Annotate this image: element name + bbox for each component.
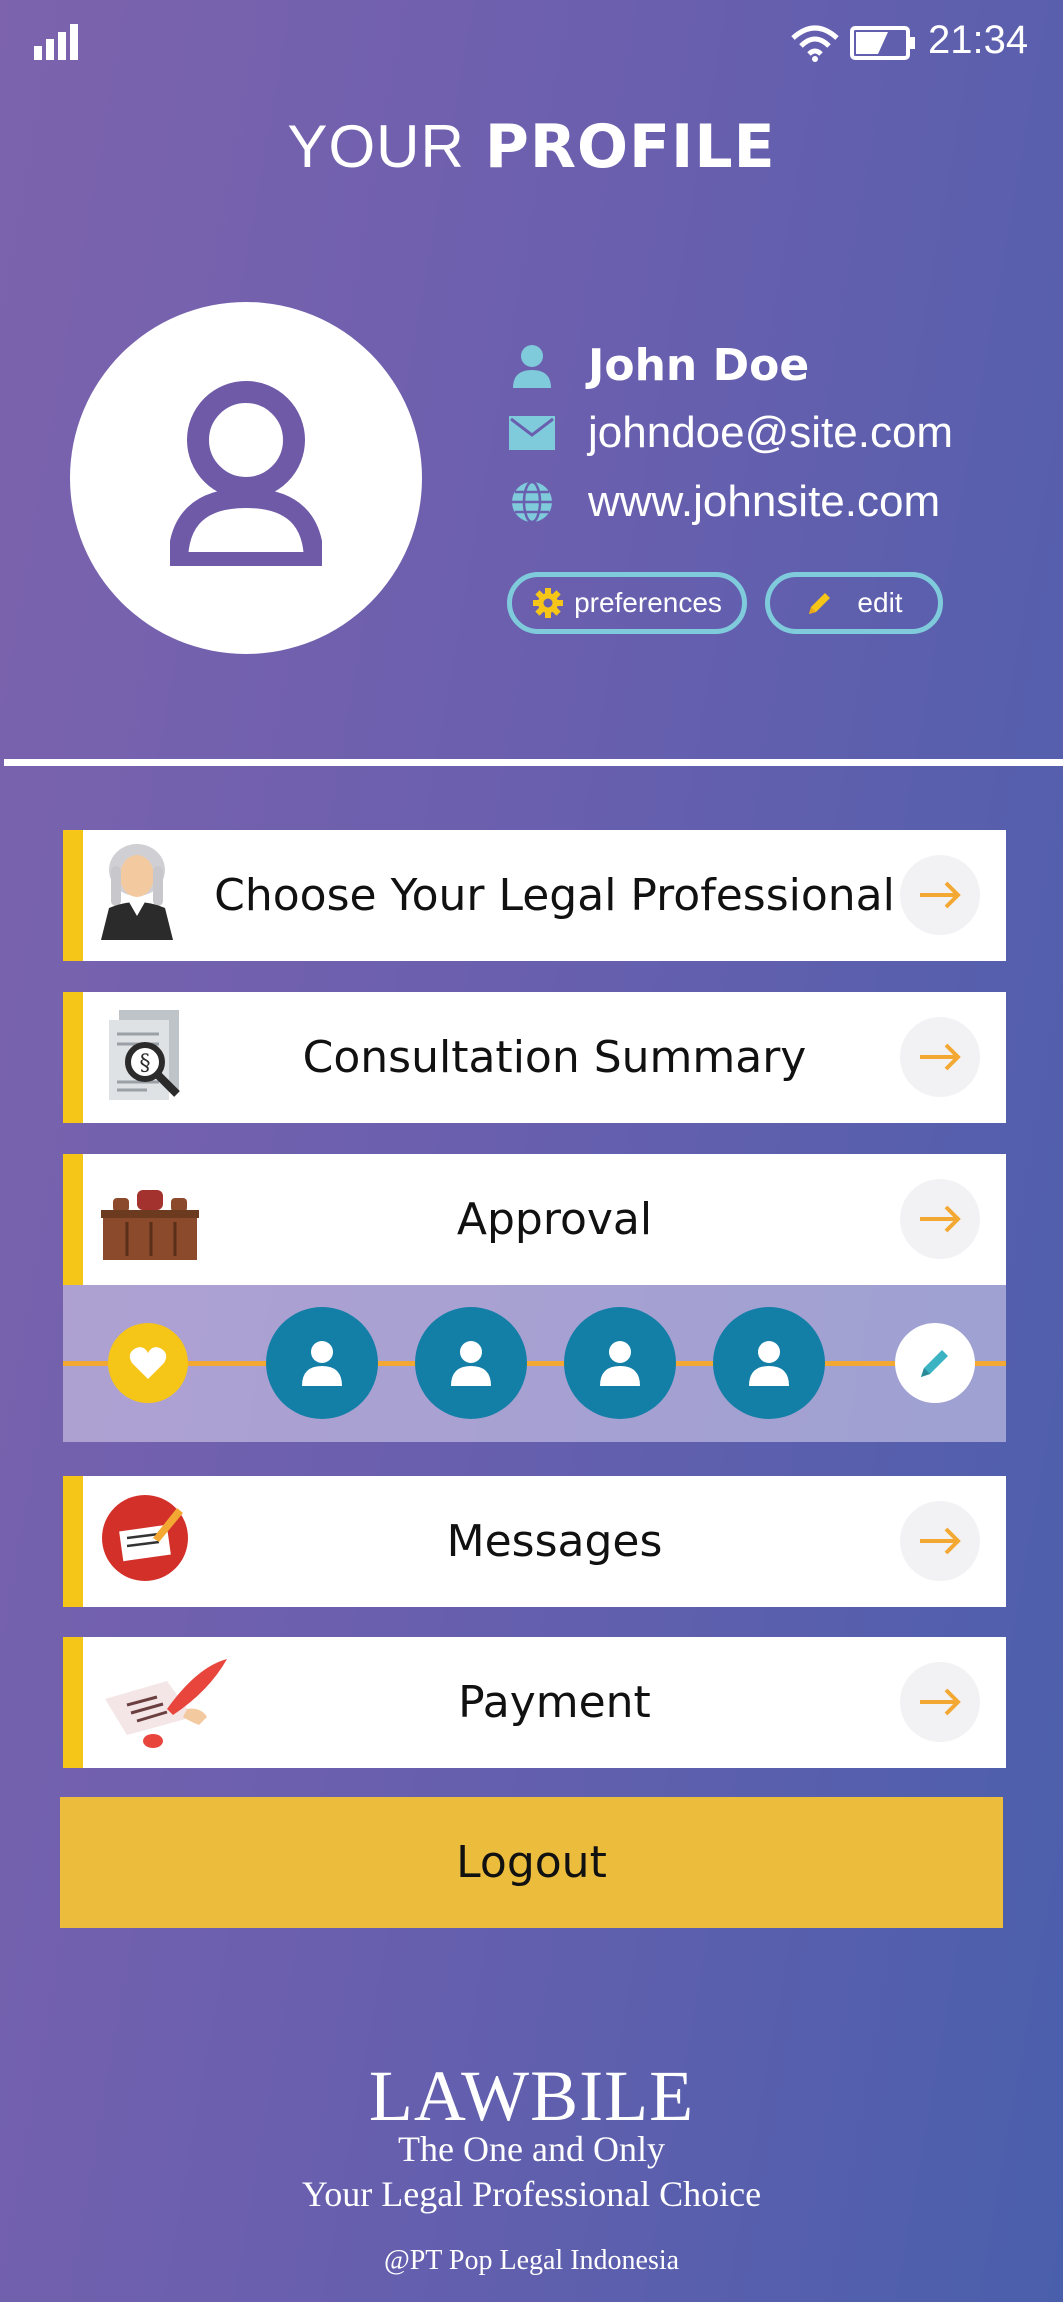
globe-icon	[508, 478, 556, 526]
profile-website-row: www.johnsite.com	[508, 477, 940, 527]
approver-1-user-icon[interactable]	[266, 1307, 378, 1419]
menu-item-label: Consultation Summary	[302, 1032, 807, 1083]
menu-item-payment[interactable]: Payment	[63, 1637, 1006, 1768]
arrow-right-icon[interactable]	[900, 1179, 980, 1259]
svg-text:§: §	[140, 1051, 151, 1076]
menu-item-label: Payment	[458, 1677, 651, 1728]
profile-website[interactable]: www.johnsite.com	[588, 477, 940, 527]
signal-icon	[34, 24, 78, 60]
document-search-icon: §	[109, 1010, 180, 1100]
clock-time: 21:34	[928, 18, 1029, 62]
page-title: YOUR PROFILE	[0, 112, 1063, 182]
approver-2-user-icon[interactable]	[415, 1307, 527, 1419]
approver-4-user-icon[interactable]	[713, 1307, 825, 1419]
pencil-icon[interactable]	[895, 1323, 975, 1403]
envelope-icon	[508, 409, 556, 457]
menu-item-consultation-summary[interactable]: § Consultation Summary	[63, 992, 1006, 1123]
battery-icon	[850, 26, 915, 60]
edit-label: edit	[857, 587, 903, 618]
page-title-bold: PROFILE	[484, 112, 776, 182]
edit-profile-button[interactable]: edit	[765, 572, 943, 634]
avatar[interactable]	[70, 302, 422, 654]
menu-item-label: Approval	[456, 1194, 653, 1245]
logout-button[interactable]: Logout	[60, 1797, 1003, 1928]
heart-icon[interactable]	[108, 1323, 188, 1403]
person-icon	[508, 342, 556, 390]
pencil-icon	[809, 593, 831, 614]
copyright: @PT Pop Legal Indonesia	[383, 2245, 680, 2276]
brand-tagline-1: The One and Only	[398, 2129, 665, 2169]
profile-name-row: John Doe	[508, 340, 809, 391]
menu-item-legal-professional[interactable]: Choose Your Legal Professional	[63, 830, 1006, 961]
page-title-light: YOUR	[287, 113, 465, 180]
menu-item-messages[interactable]: Messages	[63, 1476, 1006, 1607]
arrow-right-icon[interactable]	[900, 855, 980, 935]
brand-tagline-2: Your Legal Professional Choice	[301, 2174, 762, 2214]
profile-email[interactable]: johndoe@site.com	[588, 408, 953, 458]
menu-item-label: Messages	[446, 1516, 663, 1567]
arrow-right-icon[interactable]	[900, 1501, 980, 1581]
preferences-label: preferences	[574, 587, 722, 618]
approval-progress-track	[63, 1285, 1006, 1442]
profile-name: John Doe	[588, 340, 810, 391]
signed-document-icon	[102, 1495, 188, 1581]
brand-name: LAWBILE	[368, 2056, 695, 2136]
gear-icon	[533, 588, 564, 618]
preferences-button[interactable]: preferences	[507, 572, 747, 634]
profile-email-row: johndoe@site.com	[508, 408, 953, 458]
menu-item-label: Choose Your Legal Professional	[214, 870, 895, 921]
judge-icon	[101, 844, 173, 940]
approver-3-user-icon[interactable]	[564, 1307, 676, 1419]
user-avatar-icon	[170, 381, 322, 566]
track-line	[63, 1361, 1006, 1366]
logout-label: Logout	[456, 1837, 607, 1888]
menu-item-approval[interactable]: Approval	[63, 1154, 1006, 1285]
section-divider	[4, 759, 1063, 766]
courtroom-bench-icon	[101, 1190, 199, 1260]
wifi-icon	[791, 25, 839, 62]
arrow-right-icon[interactable]	[900, 1017, 980, 1097]
status-bar: 21:34	[0, 0, 1063, 90]
arrow-right-icon[interactable]	[900, 1662, 980, 1742]
